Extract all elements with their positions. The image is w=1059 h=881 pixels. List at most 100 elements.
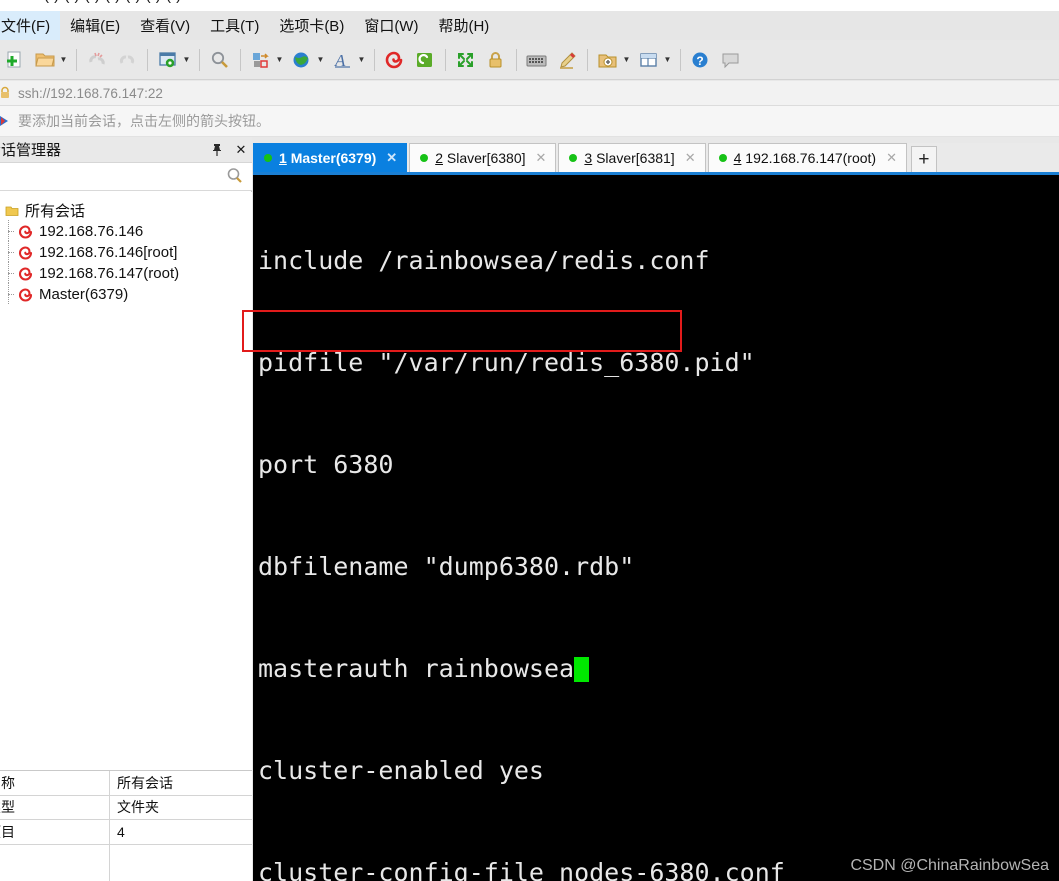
window-title-cutoff-text: ( ) ( ) ( ) ( ) ( ) ( ) ( ) bbox=[44, 0, 182, 4]
transfer-icon bbox=[248, 47, 274, 73]
property-value: 文件夹 bbox=[117, 799, 159, 816]
menu-window[interactable]: 窗口(W) bbox=[354, 11, 428, 41]
pin-icon[interactable] bbox=[210, 142, 224, 158]
tab-192-168-76-147-root[interactable]: 4 192.168.76.147(root) ✕ bbox=[707, 143, 907, 172]
font-button[interactable]: A ▼ bbox=[328, 43, 369, 77]
toolbar-divider bbox=[240, 48, 241, 71]
session-manager-panel: 会话管理器 ✕ bbox=[0, 137, 252, 881]
layout-chevron-down-icon[interactable]: ▼ bbox=[662, 47, 673, 73]
font-icon: A bbox=[330, 47, 356, 73]
comment-icon bbox=[718, 47, 744, 73]
session-icon bbox=[16, 286, 36, 304]
address-value[interactable]: ssh://192.168.76.147:22 bbox=[18, 86, 163, 101]
menu-help[interactable]: 帮助(H) bbox=[428, 11, 499, 41]
fullscreen-icon bbox=[453, 47, 479, 73]
menu-view[interactable]: 查看(V) bbox=[130, 11, 200, 41]
tab-close-icon[interactable]: ✕ bbox=[685, 150, 696, 166]
tab-number: 1 bbox=[279, 150, 287, 166]
close-icon[interactable]: ✕ bbox=[234, 142, 248, 158]
tab-slaver-6381[interactable]: 3 Slaver[6381] ✕ bbox=[558, 143, 706, 172]
xftp-button[interactable] bbox=[410, 43, 440, 77]
disconnect-button[interactable] bbox=[82, 43, 112, 77]
window-title-cutoff: ( ) ( ) ( ) ( ) ( ) ( ) ( ) bbox=[0, 0, 1059, 11]
open-folder-chevron-down-icon[interactable]: ▼ bbox=[58, 47, 69, 73]
xshell-button[interactable] bbox=[380, 43, 410, 77]
tab-close-icon[interactable]: ✕ bbox=[886, 150, 897, 166]
tab-close-icon[interactable]: ✕ bbox=[386, 150, 397, 166]
font-chevron-down-icon[interactable]: ▼ bbox=[356, 47, 367, 73]
session-icon bbox=[16, 223, 36, 241]
terminal-view[interactable]: include /rainbowsea/redis.conf pidfile "… bbox=[253, 172, 1059, 881]
watermark: CSDN @ChinaRainbowSea bbox=[850, 857, 1049, 874]
property-value: 所有会话 bbox=[117, 774, 173, 791]
lock-icon bbox=[0, 86, 14, 100]
tree-node-label: 192.168.76.147(root) bbox=[39, 265, 180, 282]
menu-file[interactable]: 文件(F) bbox=[0, 10, 61, 41]
tree-node-session-3[interactable]: 192.168.76.147(root) bbox=[0, 262, 252, 284]
property-key: 项目 bbox=[0, 820, 110, 844]
tree-node-label: 192.168.76.146[root] bbox=[39, 244, 178, 261]
add-folder-button[interactable]: ▼ bbox=[593, 43, 634, 77]
globe-chevron-down-icon[interactable]: ▼ bbox=[315, 47, 326, 73]
lock-button[interactable] bbox=[481, 43, 511, 77]
new-session-button[interactable] bbox=[0, 43, 30, 77]
tree-node-all-sessions[interactable]: 所有会话 bbox=[0, 200, 252, 221]
tab-slaver-6380[interactable]: 2 Slaver[6380] ✕ bbox=[409, 143, 557, 172]
menu-tools[interactable]: 工具(T) bbox=[200, 11, 269, 41]
tree-node-session-4[interactable]: Master(6379) bbox=[0, 283, 252, 305]
session-icon bbox=[16, 244, 36, 262]
open-folder-button[interactable]: ▼ bbox=[30, 43, 71, 77]
globe-button[interactable]: ▼ bbox=[287, 43, 328, 77]
pen-icon bbox=[554, 47, 580, 73]
link-button[interactable] bbox=[112, 43, 142, 77]
find-button[interactable] bbox=[205, 43, 235, 77]
add-folder-chevron-down-icon[interactable]: ▼ bbox=[621, 47, 632, 73]
address-bar[interactable]: ssh://192.168.76.147:22 bbox=[0, 81, 1059, 106]
compose-button[interactable] bbox=[552, 43, 582, 77]
layout-button[interactable]: ▼ bbox=[634, 43, 675, 77]
transfer-button[interactable]: ▼ bbox=[246, 43, 287, 77]
link-icon bbox=[114, 47, 140, 73]
properties-table: 名称 所有会话 类型 文件夹 项目 4 bbox=[0, 770, 252, 881]
tree-node-label: 192.168.76.146 bbox=[39, 223, 144, 240]
tab-close-icon[interactable]: ✕ bbox=[536, 150, 547, 166]
transfer-chevron-down-icon[interactable]: ▼ bbox=[274, 47, 285, 73]
session-options-chevron-down-icon[interactable]: ▼ bbox=[181, 47, 192, 73]
session-options-button[interactable]: ▼ bbox=[153, 43, 194, 77]
spiral-icon bbox=[382, 47, 408, 73]
tree-node-session-2[interactable]: 192.168.76.146[root] bbox=[0, 241, 252, 263]
disconnect-icon bbox=[84, 47, 110, 73]
session-tree: 所有会话 192.168.76.146 192.168.76.146[root] bbox=[0, 192, 252, 792]
tree-node-label: 所有会话 bbox=[25, 203, 86, 220]
globe-icon bbox=[289, 47, 315, 73]
keyboard-button[interactable] bbox=[522, 43, 552, 77]
svg-text:?: ? bbox=[696, 54, 703, 68]
new-tab-button[interactable]: + bbox=[910, 146, 937, 172]
green-folder-icon bbox=[412, 47, 438, 73]
terminal-content: include /rainbowsea/redis.conf pidfile "… bbox=[258, 176, 1058, 881]
search-icon[interactable] bbox=[226, 167, 246, 187]
terminal-line: cluster-enabled yes bbox=[258, 756, 544, 785]
toolbar-divider bbox=[680, 48, 681, 71]
tree-node-session-1[interactable]: 192.168.76.146 bbox=[0, 220, 252, 242]
comment-button[interactable] bbox=[716, 43, 746, 77]
tab-master-6379[interactable]: 1 Master(6379) ✕ bbox=[253, 143, 408, 172]
help-button[interactable]: ? bbox=[686, 43, 716, 77]
table-row: 名称 所有会话 bbox=[0, 771, 252, 796]
keyboard-icon bbox=[524, 47, 550, 73]
terminal-line: include /rainbowsea/redis.conf bbox=[258, 246, 710, 275]
session-options-icon bbox=[155, 47, 181, 73]
property-key: 类型 bbox=[0, 795, 110, 819]
menu-tabs[interactable]: 选项卡(B) bbox=[269, 11, 354, 41]
menu-bar: 文件(F) 编辑(E) 查看(V) 工具(T) 选项卡(B) 窗口(W) 帮助(… bbox=[0, 10, 1059, 41]
arrow-icon[interactable] bbox=[0, 114, 13, 128]
status-dot-icon bbox=[264, 154, 272, 162]
status-dot-icon bbox=[718, 154, 727, 162]
hint-bar: 要添加当前会话，点击左侧的箭头按钮。 bbox=[0, 106, 1059, 137]
tab-number: 3 bbox=[584, 150, 593, 166]
toolbar-divider bbox=[587, 48, 588, 71]
fullscreen-button[interactable] bbox=[451, 43, 481, 77]
session-search-bar[interactable] bbox=[0, 163, 252, 191]
menu-edit[interactable]: 编辑(E) bbox=[60, 11, 130, 41]
xshell-window: ( ) ( ) ( ) ( ) ( ) ( ) ( ) 文件(F) 编辑(E) … bbox=[0, 0, 1059, 881]
